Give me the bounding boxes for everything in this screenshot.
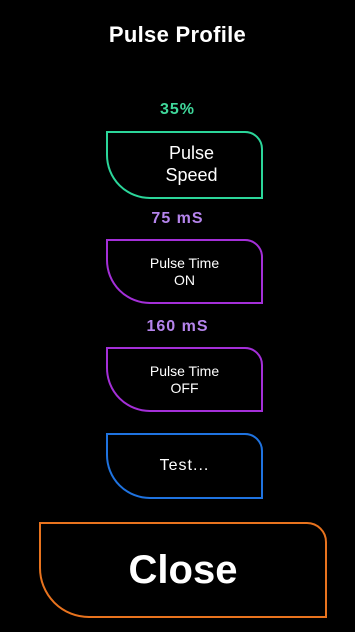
page-title: Pulse Profile [108,22,247,47]
pulse-time-off-button[interactable]: Pulse Time OFF [106,347,263,412]
pulse-time-on-button-label: Pulse Time ON [149,254,220,288]
pulse-speed-value: 35% [159,101,196,118]
pulse-time-on-button[interactable]: Pulse Time ON [106,239,263,304]
pulse-time-on-value: 75 mS [151,210,204,227]
pulse-time-off-button-label: Pulse Time OFF [149,362,220,396]
close-button-label: Close [128,548,238,592]
close-button[interactable]: Close [39,522,327,618]
pulse-time-off-value: 160 mS [146,318,209,335]
pulse-speed-button[interactable]: Pulse Speed [106,131,263,199]
pulse-speed-button-label: Pulse Speed [165,143,218,185]
test-button-label: Test... [159,457,210,475]
test-button[interactable]: Test... [106,433,263,499]
